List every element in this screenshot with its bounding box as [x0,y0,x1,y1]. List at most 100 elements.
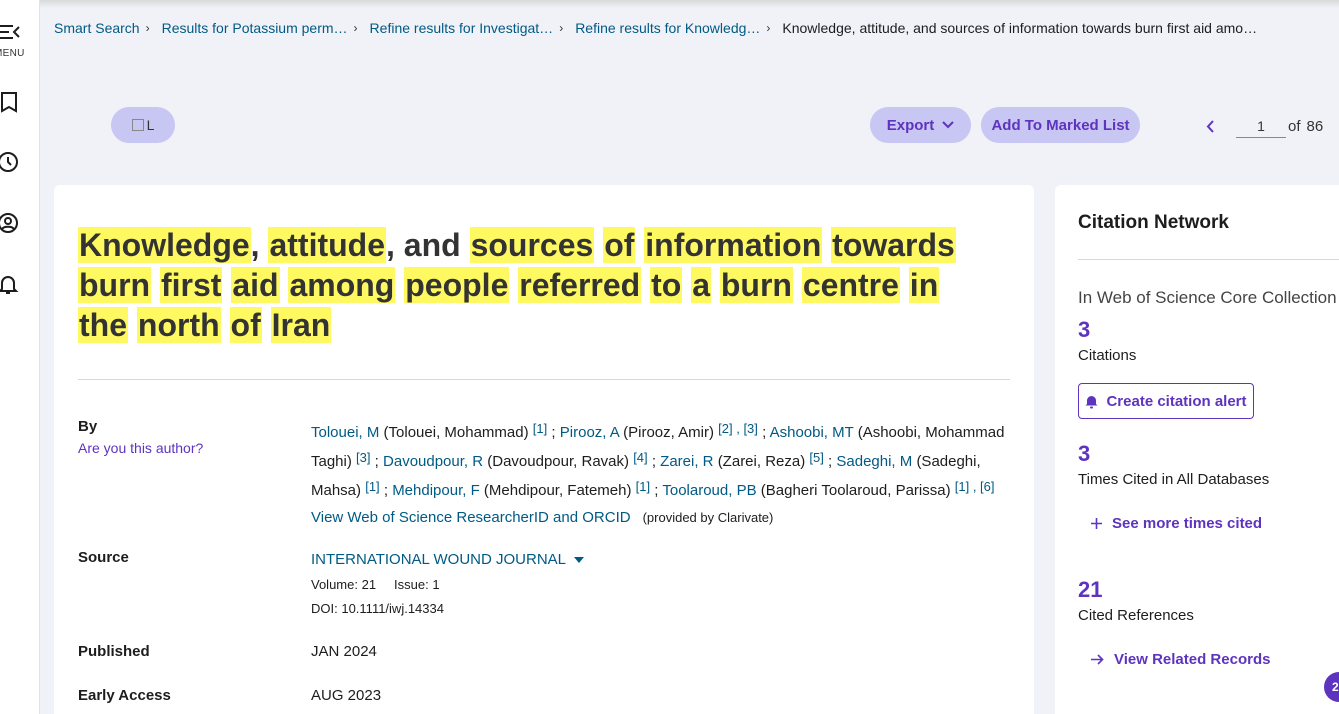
researcher-id-link[interactable]: View Web of Science ResearcherID and ORC… [311,509,631,526]
author-full-name: (Mehdipour, Fatemeh) [483,482,632,499]
marked-list-label: Add To Marked List [991,116,1130,134]
breadcrumb-results[interactable]: Results for Potassium perm… [162,20,348,36]
author-link[interactable]: Zarei, R [660,453,713,470]
title-divider [78,379,1010,380]
author-affiliation-ref[interactable]: [1] [636,479,650,494]
title-highlight-word: Iran [270,307,332,343]
see-more-times-cited-link[interactable]: See more times cited [1091,515,1262,532]
title-highlight-word: burn [78,267,152,303]
title-separator [641,267,650,303]
page-total: 86 [1306,117,1324,135]
title-separator: , and [386,227,470,263]
author-link[interactable]: Pirooz, A [560,424,619,441]
published-value: JAN 2024 [311,643,377,660]
title-highlight-word: a [691,267,711,303]
chevron-right-icon: › [353,21,358,35]
title-separator [222,267,231,303]
profile-icon[interactable] [0,209,26,237]
breadcrumb-smart-search[interactable]: Smart Search [54,20,140,36]
title-highlight-word: aid [231,267,280,303]
title-highlight-word: sources [469,227,595,263]
title-highlight-word: referred [518,267,642,303]
menu-label: MENU [0,48,25,59]
arrow-right-icon [1091,654,1104,665]
doi-text: DOI: 10.1111/iwj.14334 [311,601,444,616]
previous-record-icon[interactable] [1200,119,1220,133]
history-icon[interactable] [0,148,26,176]
title-highlight-word: in [908,267,940,303]
see-more-label: See more times cited [1112,515,1263,532]
author-link[interactable]: Davoudpour, R [383,453,483,470]
author-full-name: (Zarei, Reza) [717,453,806,470]
bell-alert-icon [1085,395,1098,408]
author-affiliation-ref[interactable]: [1] , [6] [955,479,995,494]
citations-count[interactable]: 3 [1078,317,1090,343]
title-separator [711,267,720,303]
journal-name: INTERNATIONAL WOUND JOURNAL [311,551,567,568]
title-separator [793,267,802,303]
author-affiliation-ref[interactable]: [1] [533,421,547,436]
cited-references-label: Cited References [1078,607,1194,624]
citation-network-title: Citation Network [1078,212,1229,233]
author-full-name: (Bagheri Toolaroud, Parissa) [760,482,951,499]
title-separator [221,307,230,343]
early-access-value: AUG 2023 [311,687,382,704]
export-button[interactable]: Export [870,107,971,143]
citation-network-panel: Citation Network In Web of Science Core … [1055,185,1339,714]
breadcrumb-refine-investigat[interactable]: Refine results for Investigat… [370,20,554,36]
view-related-records-link[interactable]: View Related Records [1091,651,1270,668]
provided-by-text: (provided by Clarivate) [642,510,774,525]
title-highlight-word: among [288,267,396,303]
author-affiliation-ref[interactable]: [5] [809,450,823,465]
author-affiliation-ref[interactable]: [2] , [3] [718,421,758,436]
author-affiliation-ref[interactable]: [1] [365,479,379,494]
page-of-label: of [1288,117,1301,135]
author-link[interactable]: Sadeghi, M [836,453,912,470]
full-text-link-button[interactable]: L [111,107,175,143]
page-number-input[interactable] [1236,114,1286,138]
author-full-name: (Tolouei, Mohammad) [383,424,529,441]
author-link[interactable]: Mehdipour, F [392,482,480,499]
add-to-marked-list-button[interactable]: Add To Marked List [981,107,1140,143]
title-highlight-word: towards [831,227,956,263]
related-records-label: View Related Records [1114,651,1271,668]
left-sidebar: MENU [0,0,40,714]
core-collection-label: In Web of Science Core Collection [1078,288,1337,307]
menu-toggle-icon[interactable] [0,18,26,46]
breadcrumb-refine-knowledg[interactable]: Refine results for Knowledg… [575,20,760,36]
times-cited-count[interactable]: 3 [1078,441,1090,467]
breadcrumb: Smart Search › Results for Potassium per… [54,20,1257,36]
notifications-bell-icon[interactable] [0,270,26,298]
title-highlight-word: attitude [268,227,386,263]
author-full-name: (Davoudpour, Ravak) [487,453,630,470]
author-affiliation-ref[interactable]: [4] [633,450,647,465]
chevron-right-icon: › [145,21,150,35]
title-separator [594,227,603,263]
create-citation-alert-button[interactable]: Create citation alert [1078,383,1254,419]
chevron-right-icon: › [766,21,771,35]
title-highlight-word: first [159,267,223,303]
author-link[interactable]: Toolaroud, PB [662,482,756,499]
journal-link[interactable]: INTERNATIONAL WOUND JOURNAL [311,551,585,568]
breadcrumb-current-record: Knowledge, attitude, and sources of info… [782,20,1258,36]
author-affiliation-ref[interactable]: [3] [356,450,370,465]
volume-issue-row: Volume: 21 Issue: 1 [311,577,440,592]
citations-label: Citations [1078,347,1137,364]
logo-alt-text: L [146,117,155,133]
title-highlight-word: centre [801,267,900,303]
marked-list-icon[interactable] [0,88,26,116]
cited-references-count[interactable]: 21 [1078,577,1102,603]
issue-text: Issue: 1 [394,577,440,592]
chevron-down-icon [942,121,954,129]
title-separator [509,267,518,303]
times-cited-label: Times Cited in All Databases [1078,471,1270,488]
author-claim-link[interactable]: Are you this author? [78,440,203,456]
title-separator [822,227,831,263]
title-separator [128,307,137,343]
caret-down-icon [574,556,585,563]
title-separator [900,267,909,303]
author-link[interactable]: Ashoobi, MT [770,424,854,441]
title-highlight-word: Knowledge [78,227,251,263]
author-link[interactable]: Tolouei, M [311,424,379,441]
record-pager: of 86 [1200,114,1323,138]
